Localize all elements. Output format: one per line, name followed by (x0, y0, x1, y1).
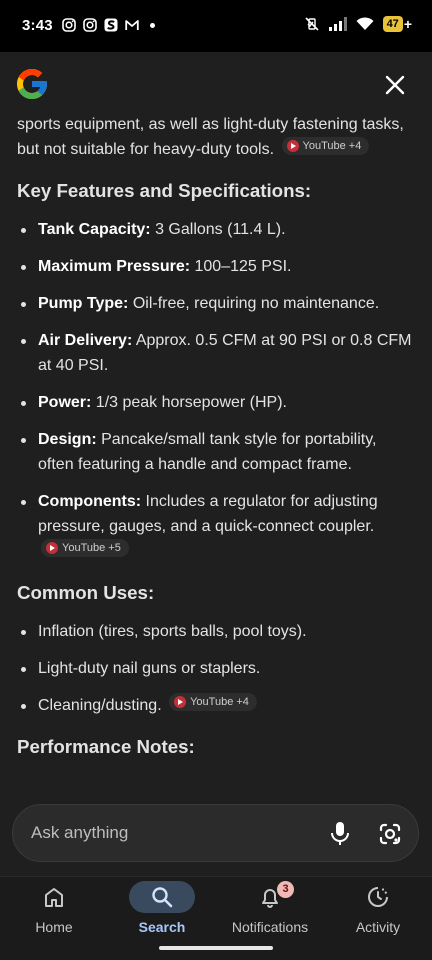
nav-label: Search (138, 919, 186, 935)
ask-placeholder: Ask anything (31, 823, 129, 842)
google-lens-icon[interactable] (378, 822, 402, 846)
common-uses-heading: Common Uses: (17, 582, 155, 603)
youtube-icon (174, 696, 187, 708)
activity-icon (368, 887, 388, 907)
signal-icon (328, 17, 347, 31)
system-icons: 47 + (304, 16, 412, 32)
nav-label: Activity (355, 919, 401, 935)
source-chip[interactable]: YouTube +5 (41, 539, 129, 557)
active-pill (129, 881, 195, 913)
source-chip-label: YouTube +4 (190, 696, 249, 708)
feature-text: 100–125 PSI. (190, 258, 292, 275)
wifi-icon (356, 17, 374, 30)
key-features-heading: Key Features and Specifications: (17, 180, 312, 201)
feature-text: Oil-free, requiring no maintenance. (128, 295, 380, 312)
battery-charging: + (403, 16, 412, 32)
feature-label: Pump Type: (38, 295, 129, 312)
app-header (0, 52, 432, 112)
feature-label: Components: (38, 493, 142, 510)
list-item: Components: Includes a regulator for adj… (17, 489, 416, 564)
source-chip-label: YouTube +5 (62, 542, 121, 554)
youtube-icon (286, 140, 299, 152)
home-gesture-bar[interactable] (159, 946, 273, 950)
vibrate-off-icon (304, 17, 319, 31)
list-item: Cleaning/dusting. YouTube +4 (17, 693, 416, 718)
status-bar: 3:43 47 + (0, 0, 432, 52)
list-item: Inflation (tires, sports balls, pool toy… (17, 619, 416, 644)
gmail-icon (125, 20, 139, 30)
notification-icons (62, 18, 155, 32)
features-list: Tank Capacity: 3 Gallons (11.4 L). Maxim… (0, 217, 432, 564)
use-text: Inflation (tires, sports balls, pool toy… (38, 623, 307, 640)
use-text: Cleaning/dusting. (38, 697, 162, 714)
more-notifications-dot-icon (150, 22, 155, 28)
ask-input[interactable]: Ask anything (12, 804, 419, 862)
source-chip-label: YouTube +4 (302, 140, 362, 152)
feature-text: 3 Gallons (11.4 L). (150, 221, 286, 238)
nav-label: Notifications (231, 919, 309, 935)
list-item: Light-duty nail guns or staplers. (17, 656, 416, 681)
s-app-icon (104, 18, 118, 32)
list-item: Tank Capacity: 3 Gallons (11.4 L). (17, 217, 416, 242)
use-text: Light-duty nail guns or staplers. (38, 660, 261, 677)
feature-text: 1/3 peak horsepower (HP). (91, 394, 287, 411)
battery-level: 47 (382, 16, 403, 32)
notification-badge: 3 (277, 881, 294, 898)
feature-label: Tank Capacity: (38, 221, 151, 238)
google-logo[interactable] (14, 66, 50, 102)
source-chip[interactable]: YouTube +4 (281, 137, 370, 155)
list-item: Design: Pancake/small tank style for por… (17, 427, 416, 477)
list-item: Pump Type: Oil-free, requiring no mainte… (17, 291, 416, 316)
feature-label: Air Delivery: (38, 332, 133, 349)
ai-response-content: sports equipment, as well as light-duty … (0, 108, 432, 798)
status-time: 3:43 (22, 17, 53, 34)
close-icon[interactable] (384, 74, 406, 96)
nav-home[interactable]: Home (0, 877, 108, 960)
intro-paragraph: sports equipment, as well as light-duty … (0, 108, 432, 162)
instagram-icon (62, 18, 76, 32)
battery-indicator: 47 + (382, 16, 412, 32)
instagram-icon (83, 18, 97, 32)
feature-label: Maximum Pressure: (38, 258, 191, 275)
microphone-icon[interactable] (329, 821, 351, 847)
youtube-icon (46, 542, 58, 554)
list-item: Maximum Pressure: 100–125 PSI. (17, 254, 416, 279)
list-item: Power: 1/3 peak horsepower (HP). (17, 390, 416, 415)
uses-list: Inflation (tires, sports balls, pool toy… (0, 619, 432, 718)
feature-label: Design: (38, 431, 97, 448)
search-icon (152, 887, 173, 908)
nav-activity[interactable]: Activity (324, 877, 432, 960)
nav-label: Home (35, 919, 73, 935)
feature-label: Power: (38, 394, 92, 411)
list-item: Air Delivery: Approx. 0.5 CFM at 90 PSI … (17, 328, 416, 378)
source-chip[interactable]: YouTube +4 (169, 693, 257, 711)
performance-notes-heading: Performance Notes: (17, 736, 195, 757)
home-icon (45, 888, 63, 907)
